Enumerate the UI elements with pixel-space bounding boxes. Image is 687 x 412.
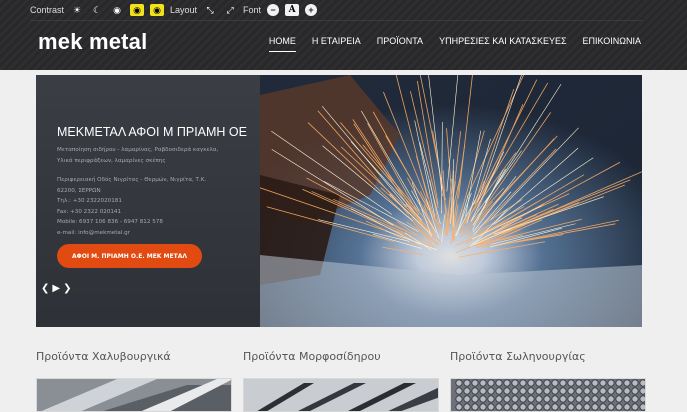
contrast-high-button[interactable]: ◉ <box>110 4 124 16</box>
contrast-yellow-alt-button[interactable]: ◉ <box>150 4 165 16</box>
hero-fax: Fax: +30 2322 020141 <box>57 208 122 215</box>
layout-compress-icon[interactable]: ⤡ <box>203 4 217 16</box>
section-title-steel[interactable]: Προϊόντα Χαλυβουργικά <box>36 350 171 363</box>
contrast-dark-button[interactable]: ☾ <box>90 4 104 16</box>
hero-mobile: Mobile: 6937 106 836 - 6947 812 578 <box>57 219 163 225</box>
main-nav: HOME Η ΕΤΑΙΡΕΙΑ ΠΡΟΪΟΝΤΑ ΥΠΗΡΕΣΙΕΣ ΚΑΙ Κ… <box>268 36 641 52</box>
font-decrease-button[interactable]: − <box>267 4 280 16</box>
nav-item-home[interactable]: HOME <box>268 36 296 52</box>
hero-info-panel: ΜΕΚΜΕΤΑΛ ΑΦΟΙ Μ ΠΡΙΑΜΗ ΟΕ Μεταποίηση σιδ… <box>36 75 260 327</box>
section-title-profiles[interactable]: Προϊόντα Μορφοσίδηρου <box>243 350 381 363</box>
header-divider <box>30 20 642 21</box>
pipe-products-image[interactable] <box>450 378 646 412</box>
hero-address-line-1: Περιφερειακή Οδός Νιγρίτας - Θερμών, Νιγ… <box>57 177 207 183</box>
hero-description: Μεταποίηση σιδήρου - λαμαρίνας, Ραβδοσιδ… <box>57 145 257 167</box>
slider-next-arrow-icon[interactable]: ❯ <box>63 284 71 294</box>
contrast-yellow-button[interactable]: ◉ <box>130 4 145 16</box>
contrast-normal-button[interactable]: ☀ <box>70 4 84 16</box>
layout-label: Layout <box>170 5 198 15</box>
layout-expand-icon[interactable]: ⤢ <box>223 4 237 16</box>
section-title-pipes[interactable]: Προϊόντα Σωληνουργίας <box>450 350 586 363</box>
nav-item-products[interactable]: ΠΡΟΪΟΝΤΑ <box>377 36 423 52</box>
nav-item-contact[interactable]: ΕΠΙΚΟΙΝΩΝΙΑ <box>583 36 641 52</box>
hero-title: ΜΕΚΜΕΤΑΛ ΑΦΟΙ Μ ΠΡΙΑΜΗ ΟΕ <box>57 125 247 139</box>
hero-email[interactable]: e-mail: info@mekmetal.gr <box>57 228 257 239</box>
slider-play-icon[interactable]: ▶ <box>52 284 60 294</box>
contrast-label: Contrast <box>30 5 65 15</box>
slider-prev-arrow-icon[interactable]: ❮ <box>41 284 49 294</box>
site-logo[interactable]: mek metal <box>38 29 147 55</box>
font-increase-button[interactable]: + <box>305 4 318 16</box>
steel-products-image[interactable] <box>36 378 232 412</box>
hero-slider: ΜΕΚΜΕΤΑΛ ΑΦΟΙ Μ ΠΡΙΑΜΗ ΟΕ Μεταποίηση σιδ… <box>36 75 642 327</box>
hero-phone: Τηλ.: +30 2322020181 <box>57 198 122 204</box>
font-reset-button[interactable]: A <box>285 4 300 16</box>
nav-item-services[interactable]: ΥΠΗΡΕΣΙΕΣ ΚΑΙ ΚΑΤΑΣΚΕΥΕΣ <box>439 36 566 52</box>
hero-desc-line-1: Μεταποίηση σιδήρου - λαμαρίνας, Ραβδοσιδ… <box>57 147 219 153</box>
hero-cta-button[interactable]: ΑΦΟΙ Μ. ΠΡΙΑΜΗ Ο.Ε. ΜΕΚ ΜΕΤΑΛ <box>57 244 202 268</box>
hero-desc-line-2: Υλικά περιφράξεων, λαμαρίνες σκέπης <box>57 158 166 164</box>
nav-item-company[interactable]: Η ΕΤΑΙΡΕΙΑ <box>312 36 361 52</box>
font-label: Font <box>243 5 262 15</box>
hero-address-line-2: 62200, ΣΕΡΡΩΝ <box>57 187 101 194</box>
welding-sparks-image <box>249 75 642 327</box>
hero-contact-info: Περιφερειακή Οδός Νιγρίτας - Θερμών, Νιγ… <box>57 175 257 238</box>
slider-controls: ❮ ▶ ❯ <box>41 284 71 294</box>
profile-products-image[interactable] <box>243 378 439 412</box>
accessibility-toolbar: Contrast ☀ ☾ ◉ ◉ ◉ Layout ⤡ ⤢ Font − A + <box>30 3 318 17</box>
